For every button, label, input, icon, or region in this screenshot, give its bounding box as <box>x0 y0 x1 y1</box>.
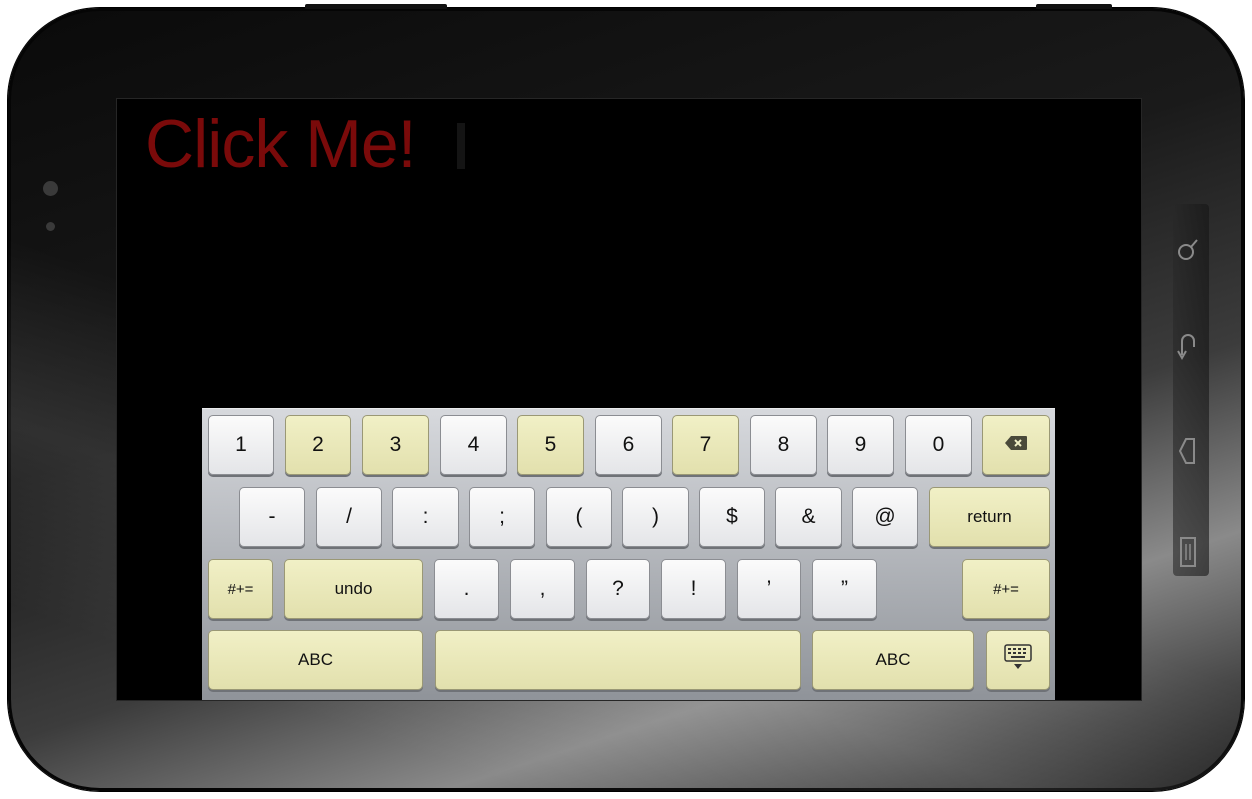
back-icon[interactable] <box>1173 331 1203 361</box>
key-1[interactable]: 1 <box>208 415 274 475</box>
search-icon[interactable] <box>1173 235 1203 265</box>
key-7[interactable]: 7 <box>672 415 739 475</box>
home-icon[interactable] <box>1173 436 1203 466</box>
front-camera-icon <box>43 181 58 196</box>
key-2[interactable]: 2 <box>285 415 351 475</box>
backspace-icon <box>1004 433 1028 457</box>
key-3[interactable]: 3 <box>362 415 429 475</box>
key-quote[interactable]: ” <box>812 559 877 619</box>
key-comma[interactable]: , <box>510 559 575 619</box>
light-sensor-icon <box>46 222 55 231</box>
abc-key-right[interactable]: ABC <box>812 630 974 690</box>
undo-key[interactable]: undo <box>284 559 423 619</box>
key-question[interactable]: ? <box>586 559 650 619</box>
click-me-label[interactable]: Click Me! <box>145 105 417 183</box>
key-dollar[interactable]: $ <box>699 487 765 547</box>
key-ampersand[interactable]: & <box>775 487 842 547</box>
backspace-key[interactable] <box>982 415 1050 475</box>
hide-keyboard-icon <box>1003 643 1033 677</box>
menu-icon[interactable] <box>1173 537 1203 567</box>
symbols-key-right[interactable]: #+= <box>962 559 1050 619</box>
key-4[interactable]: 4 <box>440 415 507 475</box>
key-hyphen[interactable]: - <box>239 487 305 547</box>
key-semicolon[interactable]: ; <box>469 487 535 547</box>
space-key[interactable] <box>435 630 801 690</box>
key-period[interactable]: . <box>434 559 499 619</box>
symbols-key-left[interactable]: #+= <box>208 559 273 619</box>
key-0[interactable]: 0 <box>905 415 972 475</box>
abc-key-left[interactable]: ABC <box>208 630 423 690</box>
key-at[interactable]: @ <box>852 487 918 547</box>
key-5[interactable]: 5 <box>517 415 584 475</box>
return-key[interactable]: return <box>929 487 1050 547</box>
text-cursor <box>457 123 465 169</box>
key-9[interactable]: 9 <box>827 415 894 475</box>
key-open-paren[interactable]: ( <box>546 487 612 547</box>
key-apostrophe[interactable]: ’ <box>737 559 801 619</box>
key-8[interactable]: 8 <box>750 415 817 475</box>
key-exclamation[interactable]: ! <box>661 559 726 619</box>
hide-keyboard-key[interactable] <box>986 630 1050 690</box>
key-slash[interactable]: / <box>316 487 382 547</box>
key-close-paren[interactable]: ) <box>622 487 689 547</box>
on-screen-keyboard: 1 2 3 4 5 6 7 8 9 0 - / : ; ( ) $ & @ re… <box>202 408 1055 700</box>
volume-button <box>1036 4 1112 9</box>
key-6[interactable]: 6 <box>595 415 662 475</box>
power-button <box>305 4 447 9</box>
device-screen: Click Me! 1 2 3 4 5 6 7 8 9 0 - / : ; ( … <box>116 98 1142 701</box>
key-colon[interactable]: : <box>392 487 459 547</box>
